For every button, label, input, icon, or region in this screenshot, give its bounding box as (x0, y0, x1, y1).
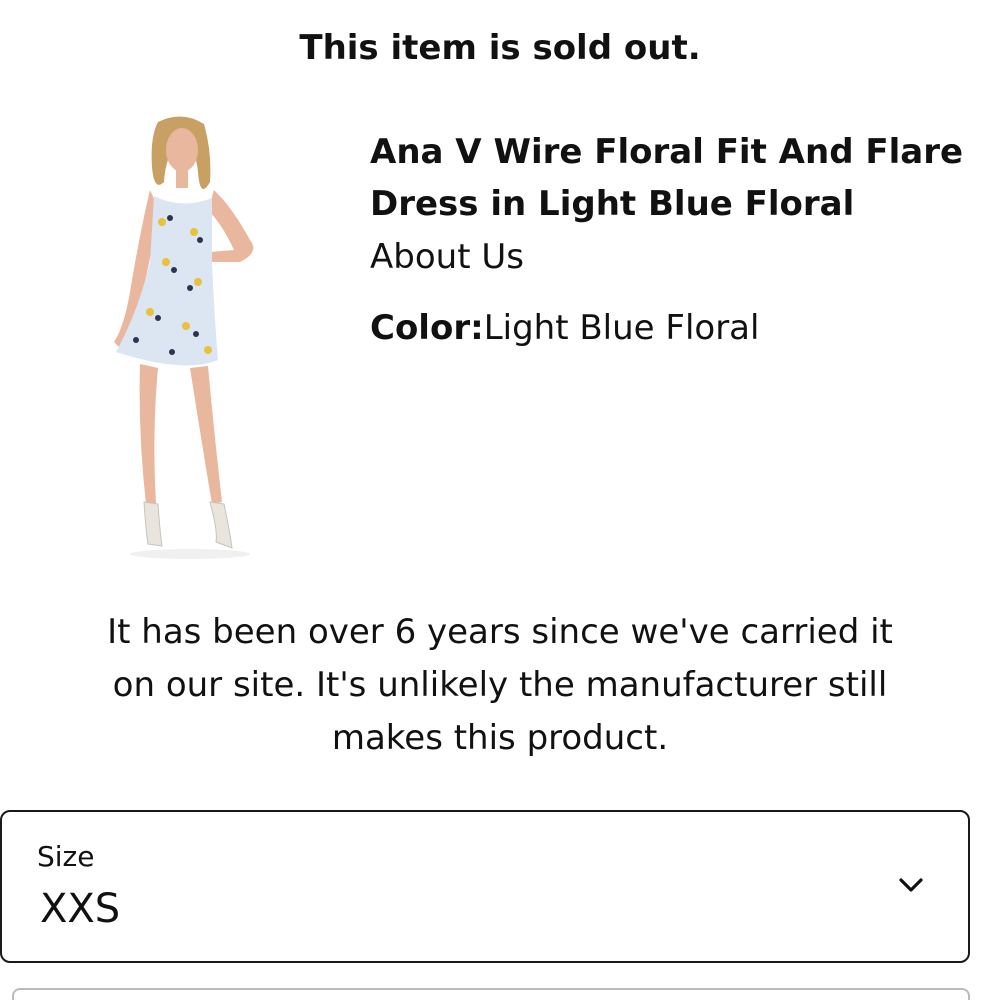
size-selected-value: XXS (40, 886, 121, 932)
product-title: Ana V Wire Floral Fit And Flare Dress in… (370, 126, 995, 230)
message-line-3: makes this product. (331, 718, 669, 758)
product-title-line-2: Dress in Light Blue Floral (370, 184, 855, 224)
dress-model-illustration (114, 116, 254, 559)
product-image[interactable] (100, 112, 270, 567)
brand-link[interactable]: About Us (370, 230, 995, 284)
size-label: Size (37, 840, 95, 873)
color-label: Color: (370, 308, 484, 348)
sold-out-notice: This item is sold out. (299, 28, 701, 68)
color-row: Color:Light Blue Floral (370, 308, 995, 348)
chevron-down-icon-glyph (899, 878, 923, 892)
sold-out-page: This item is sold out. Ana V Wire Floral… (0, 0, 1000, 1000)
size-select[interactable]: Size XXS (0, 810, 970, 963)
next-field[interactable] (12, 988, 970, 1000)
chevron-down-icon[interactable] (896, 870, 926, 900)
discontinued-message: It has been over 6 years since we've car… (20, 606, 980, 765)
product-title-line-1: Ana V Wire Floral Fit And Flare (370, 132, 964, 172)
message-line-2: on our site. It's unlikely the manufactu… (112, 665, 888, 705)
color-value: Light Blue Floral (483, 308, 760, 348)
message-line-1: It has been over 6 years since we've car… (107, 612, 893, 652)
product-info: Ana V Wire Floral Fit And Flare Dress in… (370, 126, 995, 348)
